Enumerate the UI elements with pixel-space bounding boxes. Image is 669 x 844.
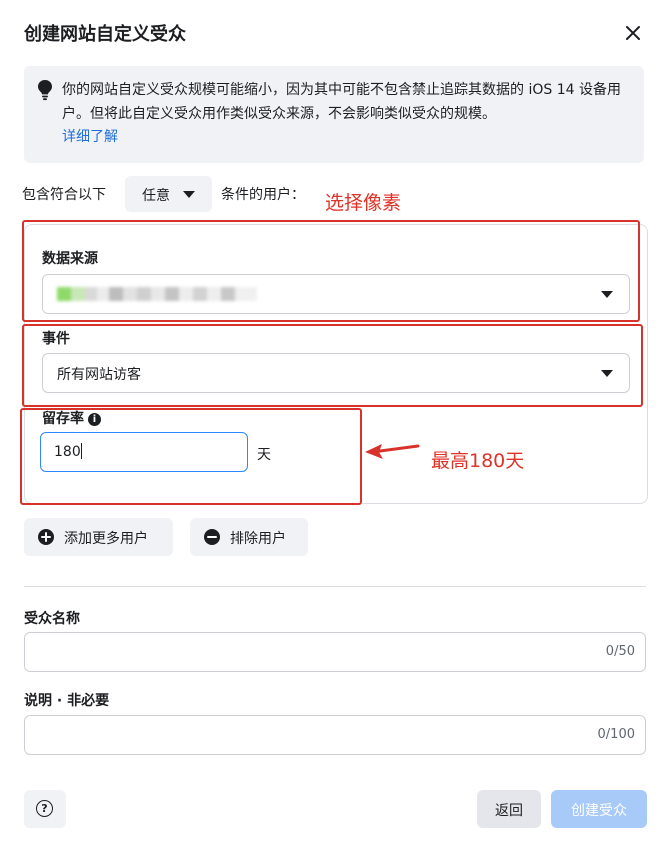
create-website-audience-dialog: 创建网站自定义受众 你的网站自定义受众规模可能缩小，因为其中可能不包含禁止追踪其… — [0, 0, 669, 844]
audience-name-counter: 0/50 — [605, 644, 635, 659]
audience-name-label: 受众名称 — [24, 611, 80, 627]
match-any-dropdown[interactable]: 任意 — [125, 176, 212, 212]
caret-down-icon — [183, 191, 195, 198]
retention-unit: 天 — [257, 447, 271, 463]
text-cursor — [80, 443, 82, 459]
plus-circle-icon — [38, 529, 54, 545]
notice-text: 你的网站自定义受众规模可能缩小，因为其中可能不包含禁止追踪其数据的 iOS 14… — [62, 82, 621, 122]
exclude-users-label: 排除用户 — [230, 531, 286, 547]
audience-name-input[interactable]: 0/50 — [24, 632, 646, 672]
caret-down-icon — [601, 291, 613, 298]
event-value: 所有网站访客 — [57, 367, 141, 383]
retention-label-row: 留存率 i — [42, 408, 101, 428]
data-source-label: 数据来源 — [42, 251, 98, 267]
annotation-arrow-icon — [365, 444, 420, 459]
learn-more-link[interactable]: 详细了解 — [62, 126, 118, 146]
add-more-users-label: 添加更多用户 — [64, 531, 148, 547]
description-input[interactable]: 0/100 — [24, 715, 646, 755]
close-icon — [626, 26, 640, 40]
minus-circle-icon — [204, 529, 220, 545]
description-label: 说明 · 非必要 — [24, 693, 110, 709]
include-rule-suffix: 条件的用户： — [221, 187, 305, 203]
event-label: 事件 — [42, 331, 70, 347]
back-label: 返回 — [495, 803, 523, 819]
annotation-max-days: 最高180天 — [431, 450, 525, 472]
help-icon: ? — [36, 800, 53, 817]
dialog-title: 创建网站自定义受众 — [24, 24, 186, 45]
create-audience-button[interactable]: 创建受众 — [551, 790, 647, 828]
section-divider — [24, 586, 646, 587]
help-button[interactable]: ? — [24, 790, 66, 828]
back-button[interactable]: 返回 — [477, 790, 541, 828]
data-source-select[interactable] — [42, 274, 630, 314]
retention-label: 留存率 — [42, 411, 84, 427]
close-button[interactable] — [620, 20, 646, 46]
event-select[interactable]: 所有网站访客 — [42, 353, 630, 393]
annotation-select-pixel: 选择像素 — [325, 192, 402, 214]
create-audience-label: 创建受众 — [571, 803, 627, 819]
retention-days-input[interactable]: 180 — [40, 432, 248, 472]
add-more-users-button[interactable]: 添加更多用户 — [24, 518, 173, 556]
retention-value: 180 — [54, 444, 81, 460]
description-counter: 0/100 — [597, 727, 635, 742]
match-any-label: 任意 — [142, 188, 170, 204]
info-icon[interactable]: i — [88, 413, 101, 426]
caret-down-icon — [601, 370, 613, 377]
blurred-pixel-name — [57, 287, 257, 301]
include-rule-prefix: 包含符合以下 — [22, 187, 106, 203]
lightbulb-icon — [36, 79, 54, 101]
exclude-users-button[interactable]: 排除用户 — [190, 518, 308, 556]
